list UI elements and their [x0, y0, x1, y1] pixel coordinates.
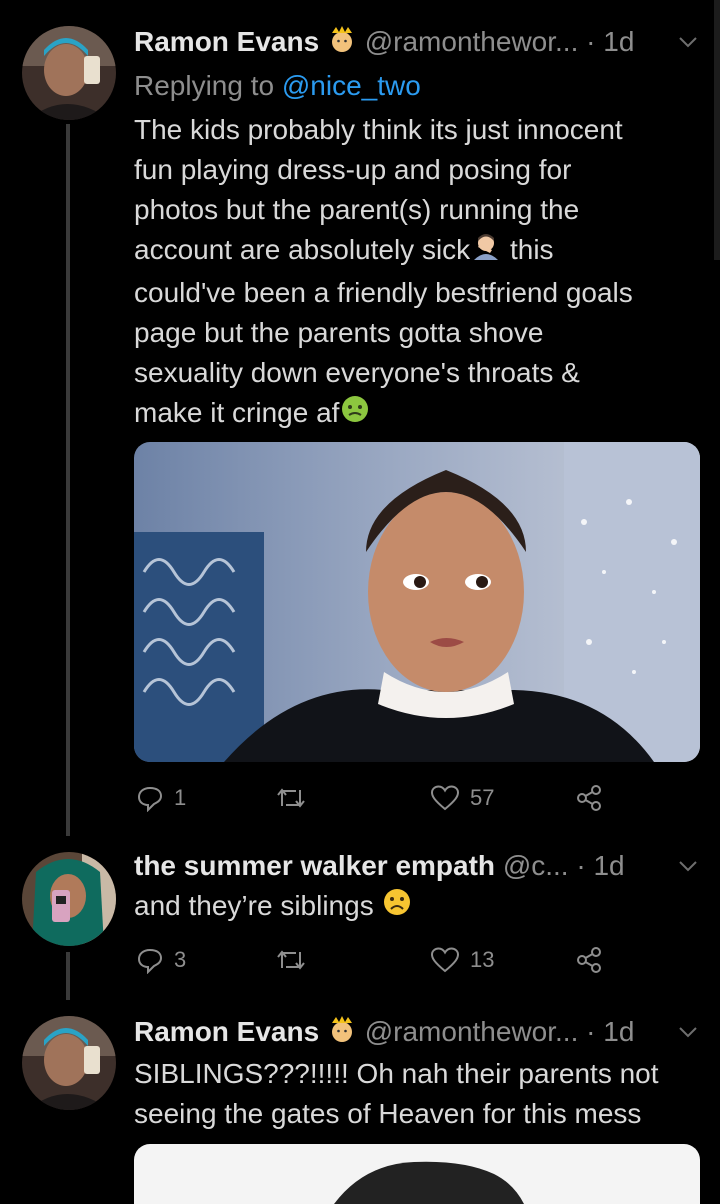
- reply-button[interactable]: 3: [136, 940, 186, 980]
- author-handle[interactable]: @c...: [503, 850, 569, 881]
- retweet-icon: [277, 950, 305, 970]
- tweet-text: SIBLINGS???!!!!! Oh nah their parents no…: [134, 1054, 700, 1134]
- like-button[interactable]: 57: [430, 778, 494, 818]
- author-handle[interactable]: @ramonthewor...: [365, 1016, 579, 1047]
- tweet-line: could've been a friendly bestfriend goal…: [134, 277, 633, 309]
- avatar[interactable]: [22, 26, 116, 120]
- replying-to: Replying to @nice_two: [134, 66, 421, 106]
- thread-line: [66, 952, 70, 1000]
- crown-emoji: [327, 1013, 357, 1054]
- tweet-line: make it cringe af: [134, 393, 700, 436]
- retweet-icon: [277, 788, 305, 808]
- like-count: 13: [470, 947, 495, 972]
- heart-icon: [430, 785, 460, 811]
- facepalm-emoji: [470, 230, 502, 273]
- reply-count: 1: [174, 785, 187, 810]
- tweet-line: SIBLINGS???!!!!! Oh nah their parents no…: [134, 1058, 659, 1089]
- thread-line: [66, 124, 70, 836]
- tweet-line: The kids probably think its just innocen…: [134, 114, 623, 145]
- avatar[interactable]: [22, 1016, 116, 1110]
- separator-dot: ·: [586, 1016, 596, 1047]
- nauseated-face-emoji: [339, 393, 371, 436]
- chevron-down-icon[interactable]: [678, 22, 698, 62]
- retweet-button[interactable]: [274, 778, 318, 818]
- like-button[interactable]: 13: [430, 940, 494, 980]
- tweet-line: and they’re siblings: [134, 890, 374, 921]
- tweet-line-part: make it cringe af: [134, 397, 340, 429]
- author-name[interactable]: Ramon Evans: [134, 26, 319, 57]
- chevron-down-icon[interactable]: [678, 846, 698, 886]
- tweet-line: fun playing dress-up and posing for: [134, 154, 572, 185]
- tweet-2[interactable]: the summer walker empath @c... · 1d and …: [0, 840, 720, 1000]
- separator-dot: ·: [576, 850, 586, 881]
- tweet-line: seeing the gates of Heaven for this mess: [134, 1098, 642, 1129]
- tweet-age: 1d: [603, 26, 635, 57]
- tweet-text: and they’re siblings: [134, 886, 700, 929]
- chevron-down-icon[interactable]: [678, 1012, 698, 1052]
- tweet-header: Ramon Evans @ramonthewor... · 1d: [134, 22, 700, 62]
- tweet-line: sexuality down everyone's throats &: [134, 357, 580, 389]
- share-button[interactable]: [574, 940, 614, 980]
- reply-count: 3: [174, 947, 187, 972]
- tweet-header: Ramon Evans @ramonthewor... · 1d: [134, 1012, 700, 1052]
- tweet-line-part: account are absolutely sick: [134, 234, 471, 265]
- reply-mention-link[interactable]: @nice_two: [282, 70, 421, 101]
- separator-dot: ·: [586, 26, 596, 57]
- share-icon: [577, 947, 601, 973]
- author-handle[interactable]: @ramonthewor...: [365, 26, 579, 57]
- tweet-actions: 3 13: [134, 940, 614, 980]
- tweet-1[interactable]: Ramon Evans @ramonthewor... · 1d Replyin…: [0, 0, 720, 840]
- reply-button[interactable]: 1: [136, 778, 186, 818]
- avatar[interactable]: [22, 852, 116, 946]
- heart-icon: [430, 947, 460, 973]
- author-name[interactable]: Ramon Evans: [134, 1016, 319, 1047]
- tweet-age: 1d: [593, 850, 625, 881]
- tweet-line-part: this: [509, 234, 554, 265]
- crown-emoji: [327, 23, 357, 64]
- author-name[interactable]: the summer walker empath: [134, 850, 495, 881]
- retweet-button[interactable]: [274, 940, 318, 980]
- tweet-text: The kids probably think its just innocen…: [134, 110, 700, 436]
- reply-icon: [137, 948, 163, 974]
- replying-to-label: Replying to: [134, 70, 282, 101]
- tweet-age: 1d: [603, 1016, 635, 1047]
- tweet-line: photos but the parent(s) running the: [134, 194, 580, 225]
- share-icon: [577, 785, 601, 811]
- like-count: 57: [470, 785, 495, 810]
- tweet-3[interactable]: Ramon Evans @ramonthewor... · 1d SIBLING…: [0, 1000, 720, 1204]
- tweet-line: page but the parents gotta shove: [134, 317, 544, 349]
- media-image[interactable]: [134, 1144, 700, 1204]
- share-button[interactable]: [574, 778, 614, 818]
- media-image[interactable]: [134, 442, 700, 762]
- reply-icon: [137, 786, 163, 812]
- tweet-line: account are absolutely sick this: [134, 230, 700, 273]
- tweet-actions: 1 57: [134, 778, 614, 818]
- tweet-header: the summer walker empath @c... · 1d: [134, 846, 700, 886]
- frowning-face-emoji: [381, 886, 413, 929]
